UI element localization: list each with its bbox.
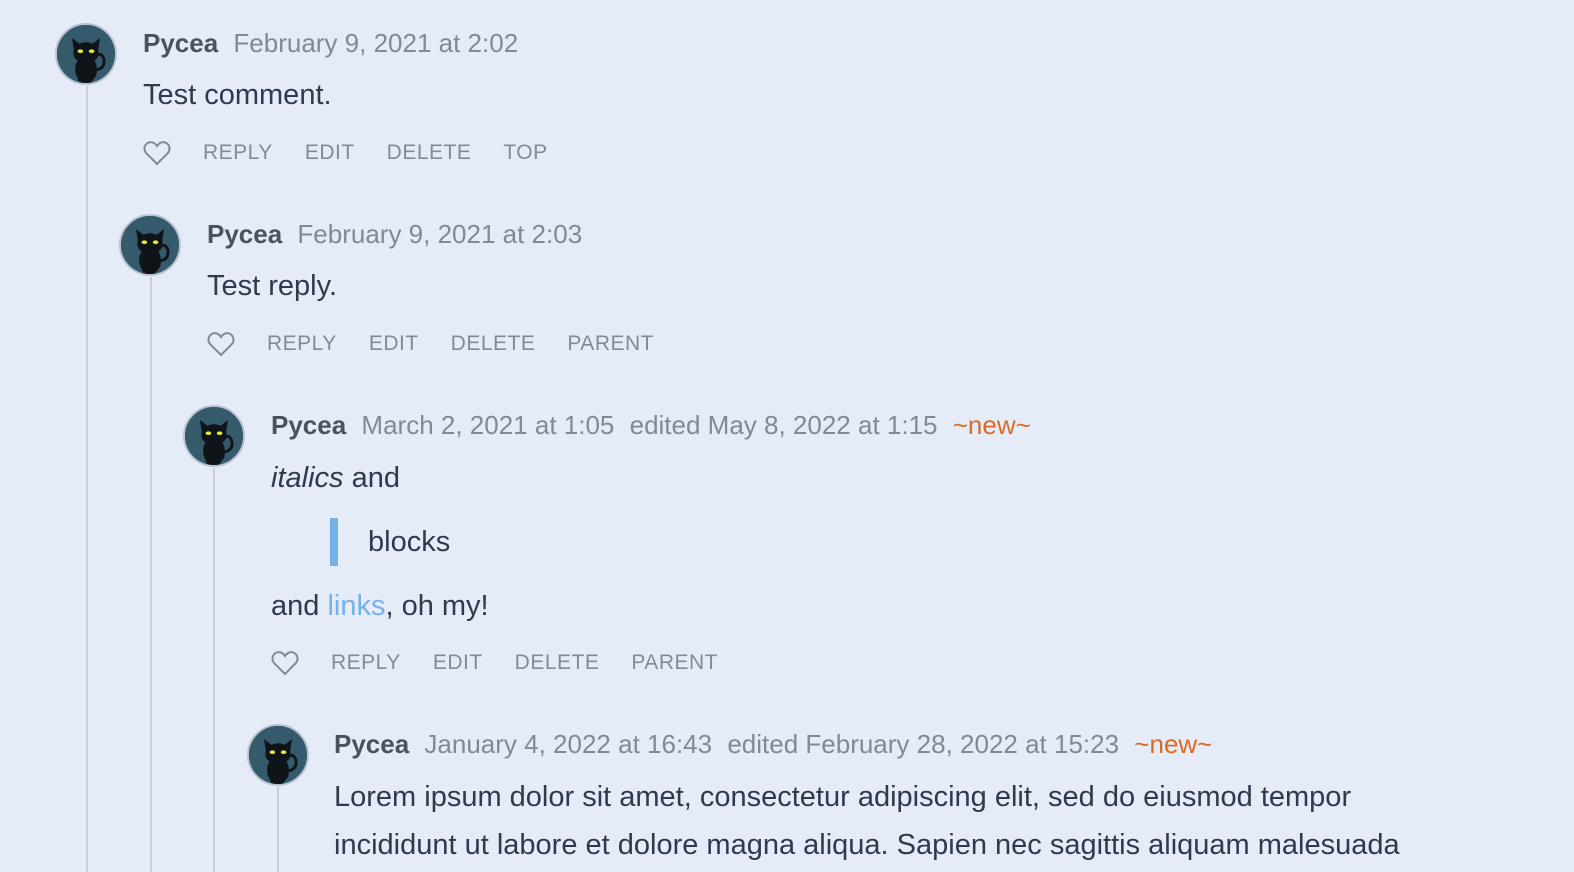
reply-button[interactable]: REPLY xyxy=(267,332,337,356)
body-text: and xyxy=(271,590,328,622)
comment-actions: REPLY EDIT DELETE TOP xyxy=(143,140,580,166)
delete-button[interactable]: DELETE xyxy=(451,332,536,356)
thread-line-level-1[interactable] xyxy=(86,86,88,872)
cat-avatar-icon xyxy=(57,25,115,83)
new-badge: ~new~ xyxy=(952,410,1031,440)
body-text: , oh my! xyxy=(385,590,489,622)
comment-thread: Pycea February 9, 2021 at 2:02 Test comm… xyxy=(0,0,1574,872)
comment-body: Test comment. xyxy=(143,79,332,111)
body-link[interactable]: links xyxy=(327,590,385,622)
comment-edited: edited May 8, 2022 at 1:15 xyxy=(629,410,938,440)
avatar[interactable] xyxy=(55,23,117,85)
comment-body-line: incididunt ut labore et dolore magna ali… xyxy=(334,829,1400,861)
delete-button[interactable]: DELETE xyxy=(515,651,600,675)
avatar[interactable] xyxy=(247,724,309,786)
comment-author[interactable]: Pycea xyxy=(143,28,218,58)
avatar[interactable] xyxy=(119,214,181,276)
heart-icon[interactable] xyxy=(207,331,235,357)
parent-button[interactable]: PARENT xyxy=(567,332,654,356)
comment-edited: edited February 28, 2022 at 15:23 xyxy=(727,729,1120,759)
new-badge: ~new~ xyxy=(1134,729,1213,759)
cat-avatar-icon xyxy=(185,407,243,465)
heart-icon[interactable] xyxy=(143,140,171,166)
comment-body-line: Lorem ipsum dolor sit amet, consectetur … xyxy=(334,781,1352,813)
edit-button[interactable]: EDIT xyxy=(433,651,483,675)
comment-date[interactable]: February 9, 2021 at 2:02 xyxy=(233,28,518,58)
comment-author[interactable]: Pycea xyxy=(271,410,346,440)
avatar[interactable] xyxy=(183,405,245,467)
body-text: and xyxy=(343,462,400,494)
blockquote: blocks xyxy=(330,518,450,566)
parent-button[interactable]: PARENT xyxy=(631,651,718,675)
reply-button[interactable]: REPLY xyxy=(203,141,273,165)
comment-body: Test reply. xyxy=(207,270,338,302)
comment-date[interactable]: February 9, 2021 at 2:03 xyxy=(297,219,582,249)
comment-body-line: and links, oh my! xyxy=(271,582,489,630)
comment-actions: REPLY EDIT DELETE PARENT xyxy=(271,650,750,676)
comment-body-line: italics and xyxy=(271,454,400,502)
heart-icon[interactable] xyxy=(271,650,299,676)
reply-button[interactable]: REPLY xyxy=(331,651,401,675)
edit-button[interactable]: EDIT xyxy=(305,141,355,165)
comment-date[interactable]: January 4, 2022 at 16:43 xyxy=(424,729,712,759)
comment-date[interactable]: March 2, 2021 at 1:05 xyxy=(361,410,614,440)
cat-avatar-icon xyxy=(121,216,179,274)
cat-avatar-icon xyxy=(249,726,307,784)
comment-author[interactable]: Pycea xyxy=(207,219,282,249)
edit-button[interactable]: EDIT xyxy=(369,332,419,356)
thread-line-level-3[interactable] xyxy=(213,468,215,872)
delete-button[interactable]: DELETE xyxy=(387,141,472,165)
thread-line-level-2[interactable] xyxy=(150,277,152,872)
italic-text: italics xyxy=(271,462,344,494)
comment-actions: REPLY EDIT DELETE PARENT xyxy=(207,331,686,357)
top-button[interactable]: TOP xyxy=(503,141,547,165)
thread-line-level-4[interactable] xyxy=(277,787,279,872)
comment-author[interactable]: Pycea xyxy=(334,729,409,759)
